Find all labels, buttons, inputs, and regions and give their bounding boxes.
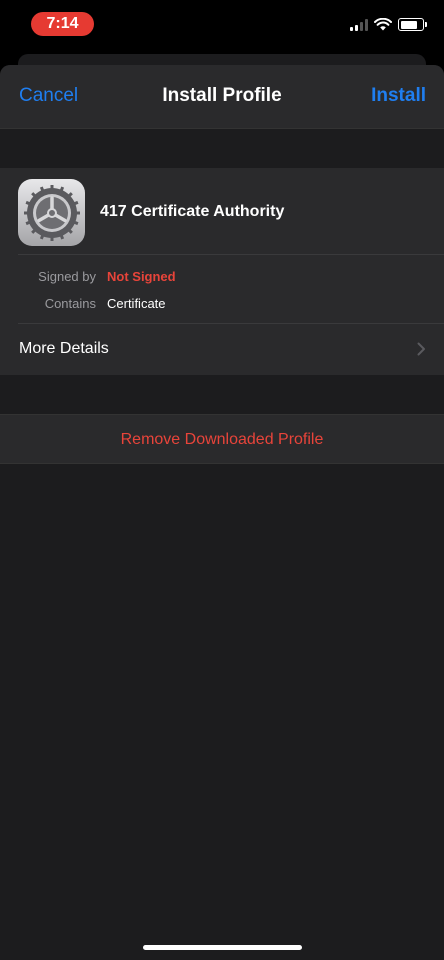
battery-icon	[398, 18, 427, 31]
profile-card: 417 Certificate Authority Signed by Not …	[0, 168, 444, 375]
contains-value: Certificate	[107, 296, 166, 311]
chevron-right-icon	[417, 342, 425, 356]
profile-name: 417 Certificate Authority	[100, 203, 285, 220]
profile-header: 417 Certificate Authority	[0, 168, 444, 254]
more-details-row[interactable]: More Details	[0, 324, 444, 375]
wifi-icon	[374, 18, 392, 31]
status-bar: 7:14	[0, 0, 444, 50]
more-details-label: More Details	[19, 340, 109, 357]
remove-profile-button[interactable]: Remove Downloaded Profile	[0, 414, 444, 464]
install-profile-sheet: Cancel Install Profile Install 417 Certi…	[0, 65, 444, 960]
signed-by-value: Not Signed	[107, 269, 176, 284]
divider	[18, 254, 444, 255]
remove-profile-label: Remove Downloaded Profile	[120, 431, 324, 448]
nav-bar: Cancel Install Profile Install	[0, 65, 444, 129]
settings-gear-icon	[18, 179, 85, 246]
status-icons	[350, 18, 427, 31]
install-button[interactable]: Install	[371, 85, 426, 107]
home-indicator[interactable]	[143, 945, 302, 950]
status-time: 7:14	[31, 12, 94, 36]
signed-by-label: Signed by	[38, 269, 96, 284]
contains-label: Contains	[44, 296, 96, 311]
cellular-signal-icon	[350, 18, 368, 31]
